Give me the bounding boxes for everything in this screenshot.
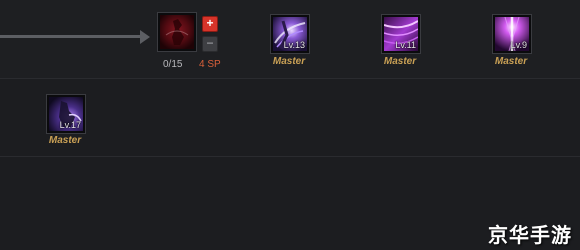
skill-level-label: Lv.17 bbox=[59, 120, 81, 130]
skill-level-label: Lv.13 bbox=[283, 40, 305, 50]
skill-icon[interactable]: Lv.9 bbox=[493, 15, 531, 53]
skill-icon-locked[interactable] bbox=[158, 13, 196, 51]
add-skill-point-button[interactable]: + bbox=[202, 16, 218, 32]
skill-points-counter: 0/15 bbox=[163, 59, 183, 70]
row-divider bbox=[0, 78, 580, 79]
skill-rank-label: Master bbox=[494, 56, 528, 67]
prerequisite-arrow-icon bbox=[140, 30, 150, 44]
row-divider bbox=[0, 156, 580, 157]
skill-rank-label: Master bbox=[272, 56, 306, 67]
watermark-logo: 京华手游 bbox=[488, 223, 572, 247]
skill-rank-label: Master bbox=[383, 56, 417, 67]
skill-icon[interactable]: Lv.13 bbox=[271, 15, 309, 53]
prerequisite-arrow-line bbox=[0, 35, 142, 38]
skill-art-locked bbox=[160, 15, 194, 49]
skill-icon[interactable]: Lv.17 bbox=[47, 95, 85, 133]
skill-level-label: Lv.9 bbox=[510, 40, 527, 50]
skill-icon[interactable]: Lv.11 bbox=[382, 15, 420, 53]
remove-skill-point-button[interactable]: − bbox=[202, 36, 218, 52]
sp-cost: 4 SP bbox=[199, 59, 221, 70]
skill-level-label: Lv.11 bbox=[395, 40, 416, 50]
skill-rank-label: Master bbox=[48, 135, 82, 146]
